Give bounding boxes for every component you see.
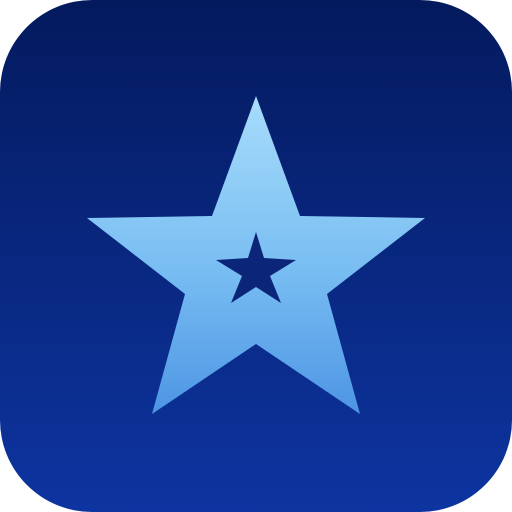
app-canvas — [0, 0, 512, 512]
star-icon — [87, 96, 425, 414]
app-icon[interactable] — [0, 0, 512, 512]
